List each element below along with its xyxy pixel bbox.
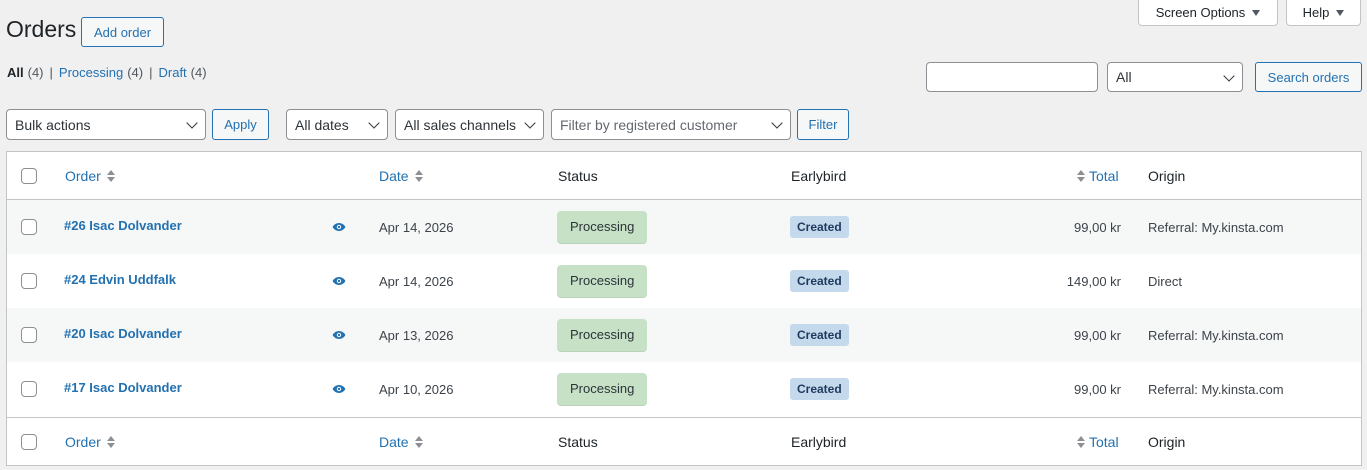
status-badge: Processing bbox=[557, 318, 648, 352]
sort-icon bbox=[414, 169, 423, 182]
order-status-views: All (4) | Processing (4) | Draft (4) bbox=[7, 65, 207, 80]
sort-icon bbox=[106, 169, 115, 182]
status-badge: Processing bbox=[557, 372, 648, 406]
select-all-checkbox[interactable] bbox=[21, 433, 37, 450]
column-status: Status bbox=[558, 167, 598, 184]
table-footer: Order Date Status Earlybird Total Origin bbox=[7, 417, 1361, 465]
order-total: 99,00 kr bbox=[1074, 381, 1121, 397]
column-total-sort[interactable]: Total bbox=[1077, 418, 1119, 465]
table-row[interactable]: #17 Isac Dolvander Apr 10, 2026 Processi… bbox=[7, 362, 1361, 416]
column-origin: Origin bbox=[1148, 433, 1186, 450]
order-link[interactable]: #26 Isac Dolvander bbox=[64, 198, 182, 252]
caret-down-icon bbox=[1252, 9, 1261, 16]
column-date-sort[interactable]: Date bbox=[379, 152, 423, 199]
earlybird-badge: Created bbox=[790, 270, 849, 292]
screen-options-button[interactable]: Screen Options bbox=[1138, 0, 1278, 26]
help-button[interactable]: Help bbox=[1286, 0, 1361, 26]
sort-icon bbox=[1077, 435, 1085, 448]
chevron-down-icon bbox=[771, 117, 783, 129]
sort-icon bbox=[106, 435, 115, 448]
preview-eye-icon[interactable] bbox=[332, 308, 346, 362]
chevron-down-icon bbox=[1223, 70, 1235, 82]
row-checkbox[interactable] bbox=[21, 327, 37, 343]
caret-down-icon bbox=[1336, 9, 1345, 16]
column-earlybird: Earlybird bbox=[791, 167, 847, 184]
order-link[interactable]: #24 Edvin Uddfalk bbox=[64, 252, 176, 306]
column-date-sort[interactable]: Date bbox=[379, 418, 423, 465]
apply-button[interactable]: Apply bbox=[212, 109, 269, 140]
row-checkbox[interactable] bbox=[21, 381, 37, 397]
table-row[interactable]: #26 Isac Dolvander Apr 14, 2026 Processi… bbox=[7, 200, 1361, 254]
add-order-button[interactable]: Add order bbox=[81, 17, 164, 47]
column-order-sort[interactable]: Order bbox=[65, 418, 115, 465]
preview-eye-icon[interactable] bbox=[332, 362, 346, 416]
search-scope-value: All bbox=[1116, 69, 1132, 85]
earlybird-badge: Created bbox=[790, 216, 849, 238]
preview-eye-icon[interactable] bbox=[332, 200, 346, 254]
order-total: 99,00 kr bbox=[1074, 327, 1121, 343]
column-status: Status bbox=[558, 433, 598, 450]
chevron-down-icon bbox=[524, 117, 536, 129]
order-origin: Referral: My.kinsta.com bbox=[1148, 219, 1284, 235]
help-label: Help bbox=[1302, 5, 1330, 20]
column-origin: Origin bbox=[1148, 167, 1186, 184]
bulk-actions-value: Bulk actions bbox=[15, 116, 91, 133]
order-total: 149,00 kr bbox=[1066, 273, 1121, 289]
order-date: Apr 14, 2026 bbox=[379, 219, 454, 235]
preview-eye-icon[interactable] bbox=[332, 254, 346, 308]
order-total: 99,00 kr bbox=[1074, 219, 1121, 235]
customer-filter-select[interactable]: Filter by registered customer bbox=[551, 109, 791, 140]
order-link[interactable]: #17 Isac Dolvander bbox=[64, 360, 182, 414]
order-link[interactable]: #20 Isac Dolvander bbox=[64, 306, 182, 360]
dates-value: All dates bbox=[295, 116, 349, 133]
table-header: Order Date Status Earlybird Total Origin bbox=[7, 152, 1361, 200]
column-earlybird: Earlybird bbox=[791, 433, 847, 450]
sales-channels-select[interactable]: All sales channels bbox=[395, 109, 544, 140]
status-badge: Processing bbox=[557, 264, 648, 298]
order-date: Apr 13, 2026 bbox=[379, 327, 454, 343]
column-order-sort[interactable]: Order bbox=[65, 152, 115, 199]
dates-select[interactable]: All dates bbox=[286, 109, 388, 140]
view-all[interactable]: All (4) bbox=[7, 65, 44, 80]
search-scope-select[interactable]: All bbox=[1107, 62, 1243, 92]
earlybird-badge: Created bbox=[790, 324, 849, 346]
order-date: Apr 10, 2026 bbox=[379, 381, 454, 397]
status-badge: Processing bbox=[557, 210, 648, 244]
row-checkbox[interactable] bbox=[21, 273, 37, 289]
table-row[interactable]: #20 Isac Dolvander Apr 13, 2026 Processi… bbox=[7, 308, 1361, 362]
filter-button[interactable]: Filter bbox=[797, 109, 849, 140]
screen-options-label: Screen Options bbox=[1155, 5, 1246, 20]
order-origin: Referral: My.kinsta.com bbox=[1148, 381, 1284, 397]
chevron-down-icon bbox=[186, 117, 198, 129]
table-row[interactable]: #24 Edvin Uddfalk Apr 14, 2026 Processin… bbox=[7, 254, 1361, 308]
select-all-checkbox[interactable] bbox=[21, 167, 37, 184]
order-origin: Referral: My.kinsta.com bbox=[1148, 327, 1284, 343]
sort-icon bbox=[414, 435, 423, 448]
customer-filter-placeholder: Filter by registered customer bbox=[560, 116, 738, 133]
page-title: Orders bbox=[6, 16, 77, 42]
earlybird-badge: Created bbox=[790, 378, 849, 400]
search-orders-button[interactable]: Search orders bbox=[1255, 62, 1362, 92]
order-date: Apr 14, 2026 bbox=[379, 273, 454, 289]
sales-channels-value: All sales channels bbox=[404, 116, 517, 133]
chevron-down-icon bbox=[368, 117, 380, 129]
search-input[interactable] bbox=[926, 62, 1098, 92]
view-draft[interactable]: Draft (4) bbox=[159, 65, 207, 80]
column-total-sort[interactable]: Total bbox=[1077, 152, 1119, 199]
order-origin: Direct bbox=[1148, 273, 1182, 289]
bulk-actions-select[interactable]: Bulk actions bbox=[6, 109, 206, 140]
row-checkbox[interactable] bbox=[21, 219, 37, 235]
orders-table: Order Date Status Earlybird Total Origin… bbox=[6, 151, 1362, 466]
sort-icon bbox=[1077, 169, 1085, 182]
view-processing[interactable]: Processing (4) bbox=[59, 65, 143, 80]
